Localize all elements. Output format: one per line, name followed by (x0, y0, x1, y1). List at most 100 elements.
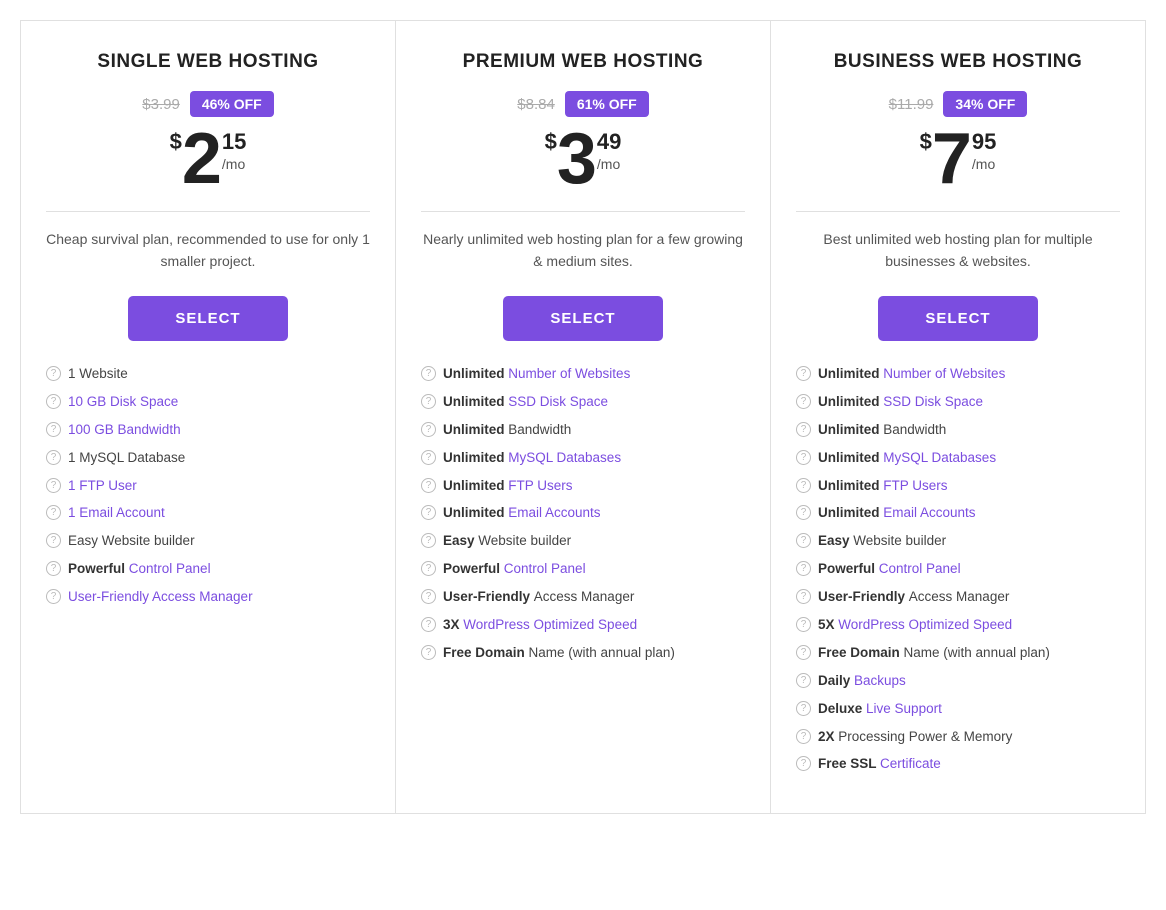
question-circle-icon: ? (46, 561, 61, 576)
feature-link-text: Control Panel (879, 561, 961, 576)
price-mo-business: /mo (972, 157, 996, 171)
feature-bold-text: Unlimited (818, 505, 883, 520)
divider-top-business (796, 211, 1120, 212)
feature-bold-text: Unlimited (818, 366, 883, 381)
feature-bold-text: Unlimited (443, 505, 508, 520)
feature-text: Unlimited Email Accounts (818, 504, 976, 523)
feature-item: ?Unlimited SSD Disk Space (421, 393, 745, 412)
feature-item: ?Unlimited Email Accounts (421, 504, 745, 523)
price-main-premium: 3 (557, 123, 597, 195)
question-circle-icon: ? (421, 450, 436, 465)
feature-link-text: FTP Users (883, 478, 947, 493)
feature-link-text: Backups (854, 673, 906, 688)
feature-bold-text: Easy (443, 533, 478, 548)
plan-title-business: BUSINESS WEB HOSTING (796, 51, 1120, 73)
feature-item: ?Unlimited FTP Users (421, 477, 745, 496)
feature-item: ?1 FTP User (46, 477, 370, 496)
price-mo-premium: /mo (597, 157, 621, 171)
feature-bold-text: Unlimited (818, 478, 883, 493)
discount-badge-single: 46% OFF (190, 91, 274, 117)
feature-bold-text: 5X (818, 617, 838, 632)
pricing-container: SINGLE WEB HOSTING$3.9946% OFF$215/moChe… (20, 20, 1146, 814)
feature-item: ?1 Website (46, 365, 370, 384)
feature-text: Unlimited FTP Users (818, 477, 948, 496)
question-circle-icon: ? (796, 561, 811, 576)
feature-text: User-Friendly Access Manager (818, 588, 1009, 607)
feature-bold-text: Unlimited (818, 450, 883, 465)
feature-bold-text: Free SSL (818, 756, 880, 771)
feature-bold-text: Powerful (443, 561, 504, 576)
feature-item: ?Easy Website builder (796, 532, 1120, 551)
feature-text: Easy Website builder (818, 532, 946, 551)
feature-link-text: Email Accounts (508, 505, 600, 520)
current-price-premium: $349/mo (421, 123, 745, 195)
feature-text: Daily Backups (818, 672, 906, 691)
feature-text: Powerful Control Panel (818, 560, 961, 579)
feature-text: User-Friendly Access Manager (68, 588, 253, 607)
current-price-single: $215/mo (46, 123, 370, 195)
feature-item: ?Free Domain Name (with annual plan) (421, 644, 745, 663)
feature-plain-text: 1 Website (68, 366, 128, 381)
feature-text: 1 FTP User (68, 477, 137, 496)
feature-list-business: ?Unlimited Number of Websites?Unlimited … (796, 365, 1120, 774)
feature-link-text: Control Panel (129, 561, 211, 576)
feature-link-text: Number of Websites (508, 366, 630, 381)
feature-item: ?Unlimited Bandwidth (421, 421, 745, 440)
feature-item: ? Powerful Control Panel (46, 560, 370, 579)
question-circle-icon: ? (46, 589, 61, 604)
feature-item: ?User-Friendly Access Manager (421, 588, 745, 607)
feature-item: ?100 GB Bandwidth (46, 421, 370, 440)
feature-bold-text: Powerful (818, 561, 879, 576)
feature-item: ?Daily Backups (796, 672, 1120, 691)
price-dollar-premium: $ (545, 131, 557, 153)
feature-link-text: WordPress Optimized Speed (838, 617, 1012, 632)
feature-text: Unlimited MySQL Databases (443, 449, 621, 468)
question-circle-icon: ? (796, 422, 811, 437)
feature-item: ?Unlimited Number of Websites (796, 365, 1120, 384)
feature-item: ?Unlimited Number of Websites (421, 365, 745, 384)
question-circle-icon: ? (421, 533, 436, 548)
feature-bold-text: Free Domain (818, 645, 904, 660)
feature-plain-text: 1 MySQL Database (68, 450, 185, 465)
feature-item: ?Easy Website builder (46, 532, 370, 551)
price-dollar-single: $ (170, 131, 182, 153)
question-circle-icon: ? (421, 561, 436, 576)
feature-link-text: MySQL Databases (883, 450, 996, 465)
feature-plain-text: Access Manager (909, 589, 1010, 604)
feature-text: 2X Processing Power & Memory (818, 728, 1012, 747)
question-circle-icon: ? (421, 394, 436, 409)
select-button-premium[interactable]: SELECT (503, 296, 663, 341)
original-price-premium: $8.84 (517, 96, 555, 113)
plan-description-premium: Nearly unlimited web hosting plan for a … (421, 228, 745, 276)
price-dollar-business: $ (920, 131, 932, 153)
feature-link-text: User-Friendly Access Manager (68, 589, 253, 604)
feature-plain-text: Easy Website builder (68, 533, 195, 548)
divider-top-single (46, 211, 370, 212)
feature-text: Unlimited Email Accounts (443, 504, 601, 523)
feature-list-premium: ?Unlimited Number of Websites?Unlimited … (421, 365, 745, 663)
feature-bold-text: Unlimited (443, 394, 508, 409)
feature-item: ? Powerful Control Panel (796, 560, 1120, 579)
feature-link-text: SSD Disk Space (883, 394, 983, 409)
plan-business: BUSINESS WEB HOSTING$11.9934% OFF$795/mo… (771, 21, 1145, 813)
feature-bold-text: Powerful (68, 561, 129, 576)
question-circle-icon: ? (46, 394, 61, 409)
feature-text: Powerful Control Panel (68, 560, 211, 579)
price-cents-business: 95 (972, 131, 996, 153)
question-circle-icon: ? (796, 756, 811, 771)
feature-item: ?Free SSL Certificate (796, 755, 1120, 774)
feature-item: ?Unlimited FTP Users (796, 477, 1120, 496)
plan-title-single: SINGLE WEB HOSTING (46, 51, 370, 73)
feature-link-text: Live Support (866, 701, 942, 716)
divider-top-premium (421, 211, 745, 212)
feature-text: Powerful Control Panel (443, 560, 586, 579)
select-button-single[interactable]: SELECT (128, 296, 288, 341)
price-cents-single: 15 (222, 131, 246, 153)
feature-item: ?User-Friendly Access Manager (796, 588, 1120, 607)
feature-plain-text: Access Manager (534, 589, 635, 604)
feature-bold-text: Unlimited (443, 478, 508, 493)
feature-item: ?Unlimited MySQL Databases (796, 449, 1120, 468)
feature-item: ?Unlimited Bandwidth (796, 421, 1120, 440)
feature-plain-text: Website builder (853, 533, 946, 548)
select-button-business[interactable]: SELECT (878, 296, 1038, 341)
